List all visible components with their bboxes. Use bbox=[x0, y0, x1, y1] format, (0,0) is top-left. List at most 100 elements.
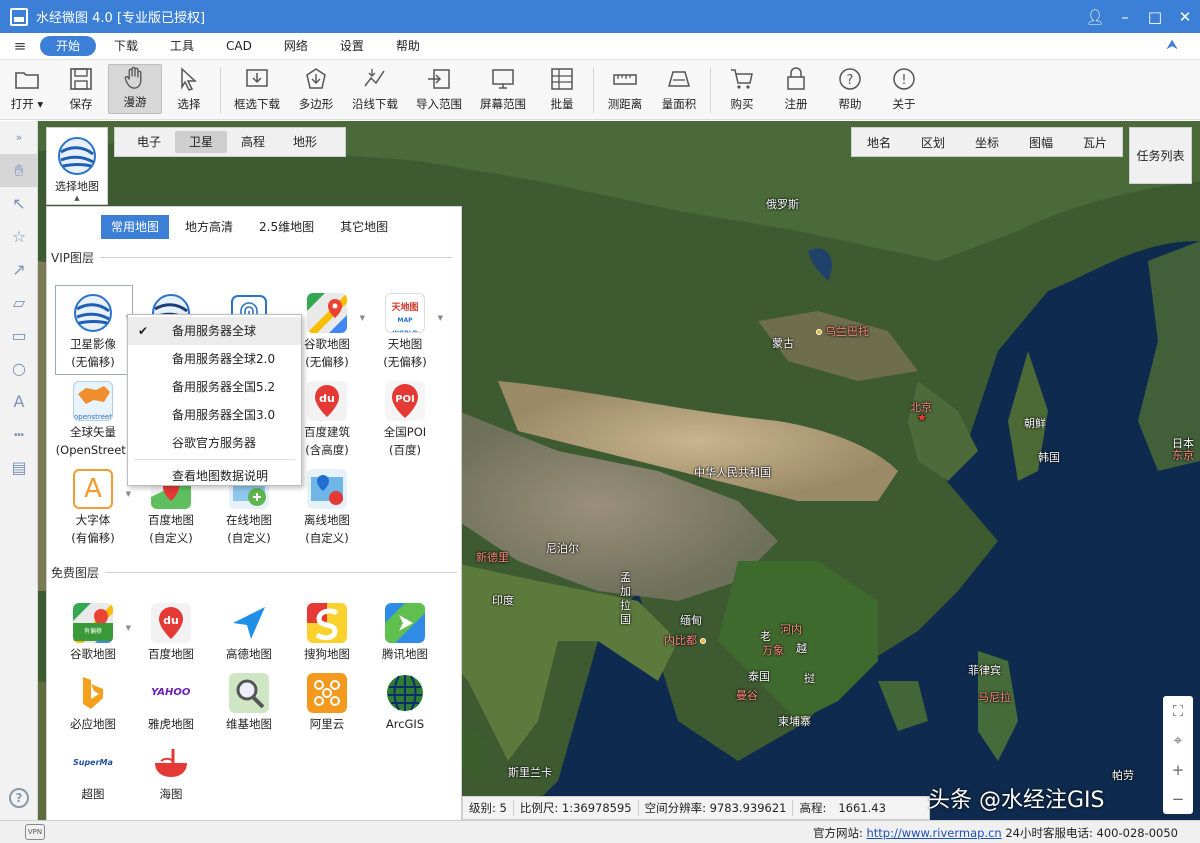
map-scale: 比例尺: 1:36978595 bbox=[514, 800, 639, 816]
expand-toolbar-icon[interactable]: » bbox=[0, 121, 38, 154]
add-line-icon[interactable]: ↗ bbox=[0, 253, 38, 286]
locate-icon[interactable]: ⌖ bbox=[1174, 731, 1182, 749]
buy-button[interactable]: 购买 bbox=[715, 60, 769, 118]
box-download-button[interactable]: 框选下载 bbox=[225, 60, 289, 118]
batch-button[interactable]: 批量 bbox=[535, 60, 589, 118]
site-link[interactable]: http://www.rivermap.cn bbox=[867, 826, 1002, 840]
menu-help[interactable]: 帮助 bbox=[380, 36, 436, 56]
screen-range-button[interactable]: 屏幕范围 bbox=[471, 60, 535, 118]
dropdown-item-server-national-3[interactable]: 备用服务器全国3.0 bbox=[128, 401, 301, 429]
about-label: 关于 bbox=[892, 97, 916, 111]
map-type-electronic[interactable]: 电子 bbox=[123, 131, 175, 153]
dropdown-arrow-icon[interactable]: ▼ bbox=[438, 309, 443, 327]
free-tile-sogou[interactable]: 搜狗地图 bbox=[289, 603, 365, 663]
select-tool-icon[interactable]: ↖ bbox=[0, 187, 38, 220]
map-type-satellite[interactable]: 卫星 bbox=[175, 131, 228, 153]
user-icon[interactable]: 👤︎ bbox=[1080, 0, 1110, 33]
site-label: 官方网站: bbox=[812, 826, 863, 840]
save-button[interactable]: 保存 bbox=[54, 60, 108, 118]
toggle-coordinates[interactable]: 坐标 bbox=[975, 134, 999, 151]
layer-tile-satellite[interactable]: ▼ 卫星影像 (无偏移) bbox=[55, 285, 133, 375]
fullscreen-icon[interactable]: ⛶ bbox=[1173, 702, 1184, 720]
free-tile-yahoo[interactable]: YAHOO! 雅虎地图 bbox=[133, 673, 209, 733]
area-tool-icon[interactable]: ▤ bbox=[0, 451, 38, 484]
help-circle-icon[interactable]: ? bbox=[9, 788, 29, 808]
map-type-terrain[interactable]: 地形 bbox=[279, 131, 331, 153]
tab-other-maps[interactable]: 其它地图 bbox=[330, 215, 398, 239]
menu-start[interactable]: 开始 bbox=[40, 36, 97, 56]
save-label: 保存 bbox=[69, 97, 93, 111]
free-tile-supermap[interactable]: SuperMap 超图 bbox=[55, 743, 131, 803]
about-button[interactable]: ! 关于 bbox=[877, 60, 931, 118]
free-tile-arcgis[interactable]: ArcGIS bbox=[367, 673, 443, 733]
add-circle-icon[interactable]: ○ bbox=[0, 352, 38, 385]
menu-cad[interactable]: CAD bbox=[210, 36, 268, 56]
measure-distance-button[interactable]: 测距离 bbox=[598, 60, 652, 118]
polygon-download-button[interactable]: 多边形 bbox=[289, 60, 343, 118]
import-range-button[interactable]: 导入范围 bbox=[407, 60, 471, 118]
measure-area-button[interactable]: 量面积 bbox=[652, 60, 706, 118]
free-tile-wiki[interactable]: 维基地图 bbox=[211, 673, 287, 733]
open-button[interactable]: 打开 ▾ bbox=[0, 60, 54, 118]
hand-tool-icon[interactable]: ✋︎ bbox=[0, 154, 38, 187]
add-point-icon[interactable]: ☆ bbox=[0, 220, 38, 253]
add-rectangle-icon[interactable]: ▭ bbox=[0, 319, 38, 352]
task-list-button[interactable]: 任务列表 bbox=[1129, 127, 1192, 184]
layer-tile-poi[interactable]: POI 全国POI (百度) bbox=[367, 381, 443, 459]
ribbon-divider bbox=[593, 67, 594, 113]
register-button[interactable]: 注册 bbox=[769, 60, 823, 118]
free-title: 免费图层 bbox=[51, 566, 100, 580]
close-button[interactable]: ✕ bbox=[1170, 0, 1200, 33]
menu-network[interactable]: 网络 bbox=[268, 36, 324, 56]
dropdown-arrow-icon[interactable]: ▼ bbox=[360, 309, 365, 327]
free-tile-tencent[interactable]: 腾讯地图 bbox=[367, 603, 443, 663]
label-palau: 帕劳 bbox=[1112, 769, 1134, 782]
pan-button[interactable]: 漫游 bbox=[108, 64, 162, 114]
select-button[interactable]: 选择 bbox=[162, 60, 216, 118]
menu-tools[interactable]: 工具 bbox=[154, 36, 210, 56]
tile-label: 高德地图 bbox=[226, 647, 272, 661]
tile-label: 雅虎地图 bbox=[148, 717, 194, 731]
toggle-sheets[interactable]: 图幅 bbox=[1029, 134, 1053, 151]
help-button[interactable]: ? 帮助 bbox=[823, 60, 877, 118]
layer-tile-large-font[interactable]: A ▼ 大字体 (有偏移) bbox=[55, 469, 131, 547]
label-hanoi: 河内 bbox=[780, 623, 802, 636]
line-download-button[interactable]: 沿线下载 bbox=[343, 60, 407, 118]
dropdown-item-server-global-2[interactable]: 备用服务器全球2.0 bbox=[128, 345, 301, 373]
layer-tile-tianditu[interactable]: 天地图 MAP WORLD ▼ 天地图 (无偏移) bbox=[367, 293, 443, 371]
tab-local-hd[interactable]: 地方高清 bbox=[175, 215, 243, 239]
free-tile-bing[interactable]: 必应地图 bbox=[55, 673, 131, 733]
tab-2-5d-maps[interactable]: 2.5维地图 bbox=[249, 215, 324, 239]
sea-chart-icon bbox=[155, 749, 187, 777]
map-type-elevation[interactable]: 高程 bbox=[227, 131, 279, 153]
zoom-in-icon[interactable]: + bbox=[1172, 761, 1185, 779]
hamburger-menu-icon[interactable]: ≡ bbox=[0, 37, 40, 55]
menu-settings[interactable]: 设置 bbox=[324, 36, 380, 56]
toggle-divisions[interactable]: 区划 bbox=[921, 134, 945, 151]
vpn-icon[interactable]: VPN bbox=[25, 824, 45, 840]
dropdown-arrow-icon[interactable]: ▼ bbox=[126, 619, 131, 637]
maximize-button[interactable]: □ bbox=[1140, 0, 1170, 33]
zoom-out-icon[interactable]: − bbox=[1172, 790, 1185, 808]
add-polygon-icon[interactable]: ▱ bbox=[0, 286, 38, 319]
dropdown-item-data-description[interactable]: 查看地图数据说明 bbox=[128, 462, 301, 490]
measure-tool-icon[interactable]: ┅ bbox=[0, 418, 38, 451]
minimize-button[interactable]: – bbox=[1110, 0, 1140, 33]
free-tile-baidu[interactable]: du 百度地图 bbox=[133, 603, 209, 663]
free-tile-gaode[interactable]: 高德地图 bbox=[211, 603, 287, 663]
collapse-ribbon-icon[interactable]: ⮝ bbox=[1166, 37, 1178, 53]
dropdown-item-server-national-5-2[interactable]: 备用服务器全国5.2 bbox=[128, 373, 301, 401]
free-tile-google[interactable]: 有偏移 ▼ 谷歌地图 bbox=[55, 603, 131, 663]
dropdown-item-google-official[interactable]: 谷歌官方服务器 bbox=[128, 429, 301, 457]
city-dot-icon bbox=[816, 329, 822, 335]
toggle-tiles[interactable]: 瓦片 bbox=[1083, 134, 1107, 151]
free-tile-aliyun[interactable]: 阿里云 bbox=[289, 673, 365, 733]
dropdown-item-server-global[interactable]: ✔ 备用服务器全球 bbox=[128, 317, 301, 345]
add-text-icon[interactable]: A bbox=[0, 385, 38, 418]
free-tile-sea-chart[interactable]: 海图 bbox=[133, 743, 209, 803]
tab-common-maps[interactable]: 常用地图 bbox=[101, 215, 170, 239]
menu-download[interactable]: 下载 bbox=[98, 36, 154, 56]
toggle-place-names[interactable]: 地名 bbox=[867, 134, 891, 151]
select-map-button[interactable]: 选择地图 ▲ bbox=[46, 127, 108, 205]
layer-tile-openstreet[interactable]: openstreet 全球矢量 (OpenStreet) bbox=[55, 381, 131, 459]
